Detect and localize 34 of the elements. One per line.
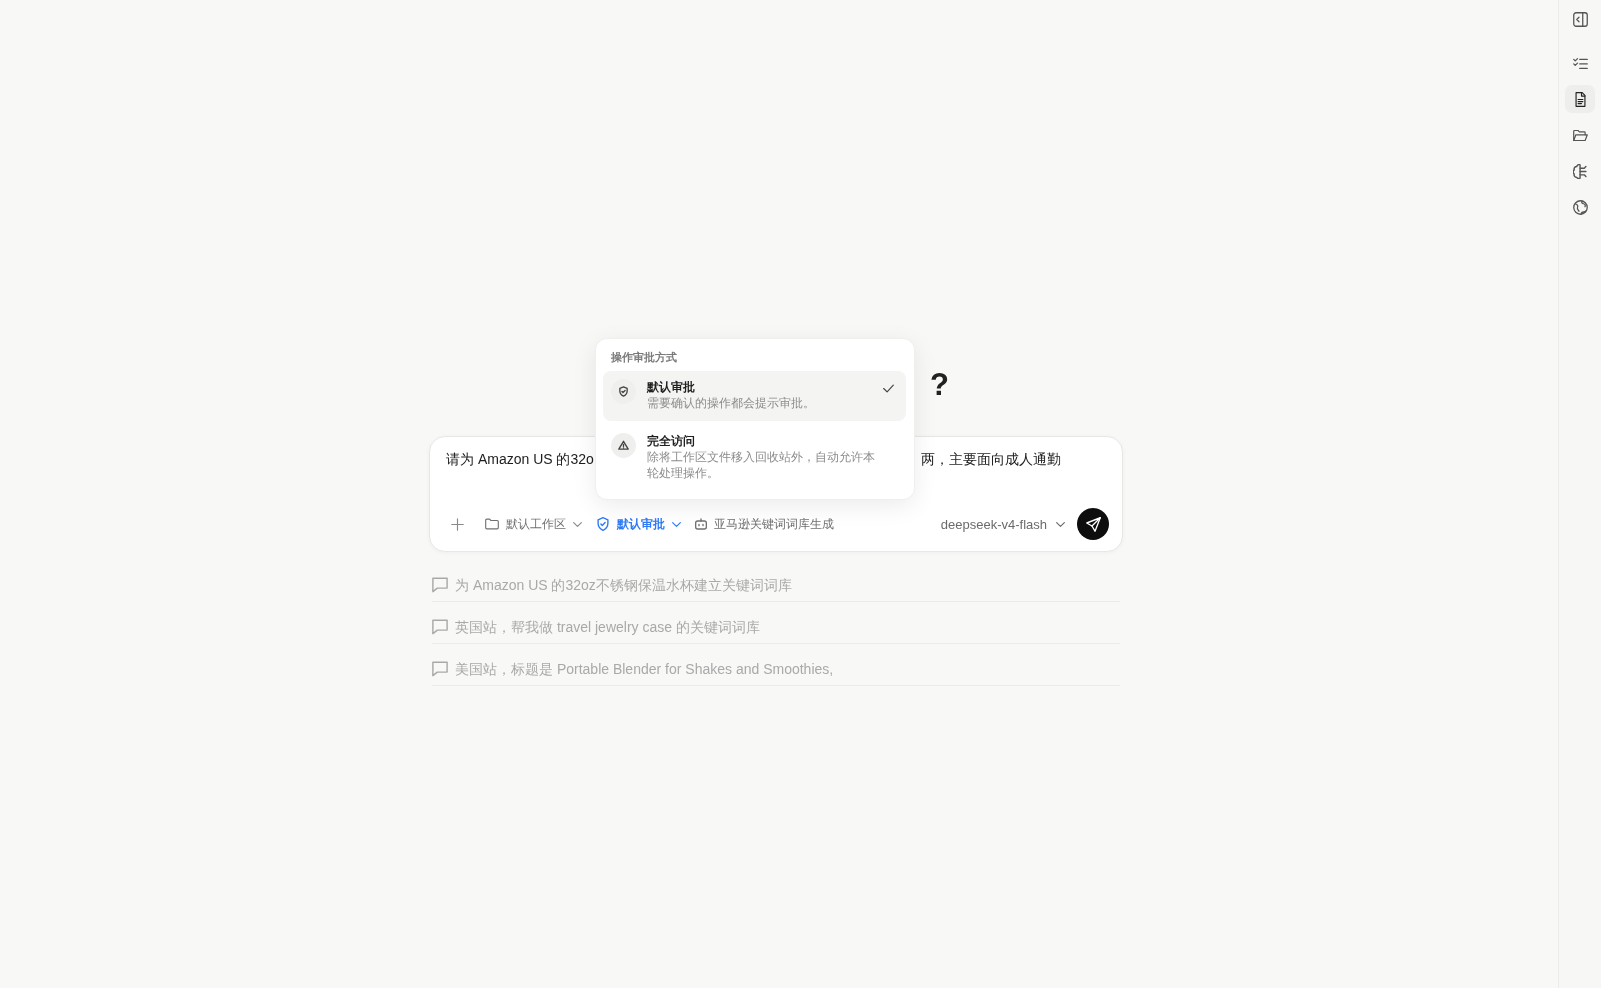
shield-icon bbox=[611, 379, 636, 404]
send-icon bbox=[1085, 516, 1101, 532]
folder-icon bbox=[485, 517, 499, 531]
brain-icon bbox=[1572, 163, 1588, 179]
option-title: 完全访问 bbox=[647, 432, 696, 449]
chat-bubble-icon bbox=[432, 577, 448, 593]
chat-bubble-icon bbox=[432, 619, 448, 635]
option-title: 默认审批 bbox=[647, 379, 696, 395]
warning-icon bbox=[611, 432, 636, 458]
caret-icon bbox=[1056, 519, 1065, 529]
approval-option[interactable]: 完全访问 除将工作区文件移入回收站外，自动允许本轮处理操作。 bbox=[603, 424, 906, 491]
plus-icon bbox=[450, 517, 464, 531]
shield-icon bbox=[596, 517, 610, 531]
menu-title: 操作审批方式 bbox=[610, 350, 678, 364]
open-folder-icon bbox=[1572, 127, 1588, 143]
option-description: 除将工作区文件移入回收站外，自动允许本轮处理操作。 bbox=[647, 448, 876, 482]
checklist-icon bbox=[1572, 55, 1588, 71]
heading: ? bbox=[930, 366, 949, 404]
send-button[interactable] bbox=[1077, 508, 1109, 540]
sidebar-toggle-icon bbox=[1572, 11, 1588, 27]
approval-dropdown[interactable]: 默认审批 bbox=[590, 510, 687, 538]
robot-icon bbox=[695, 518, 707, 530]
check-icon bbox=[883, 383, 894, 394]
workspace-dropdown[interactable]: 默认工作区 bbox=[479, 510, 588, 538]
globe-icon bbox=[1572, 199, 1588, 215]
option-description: 需要确认的操作都会提示审批。 bbox=[647, 395, 816, 412]
approval-option[interactable]: 默认审批 需要确认的操作都会提示审批。 bbox=[603, 371, 906, 421]
skill-chip[interactable]: 亚马逊关键词词库生成 bbox=[689, 510, 840, 538]
model-dropdown[interactable]: deepseek-v4-flash bbox=[940, 516, 1065, 532]
sidebar-button[interactable] bbox=[1565, 85, 1595, 113]
caret-icon bbox=[672, 519, 681, 529]
caret-icon bbox=[573, 519, 582, 529]
chat-bubble-icon bbox=[432, 661, 448, 677]
document-icon bbox=[1572, 91, 1588, 107]
